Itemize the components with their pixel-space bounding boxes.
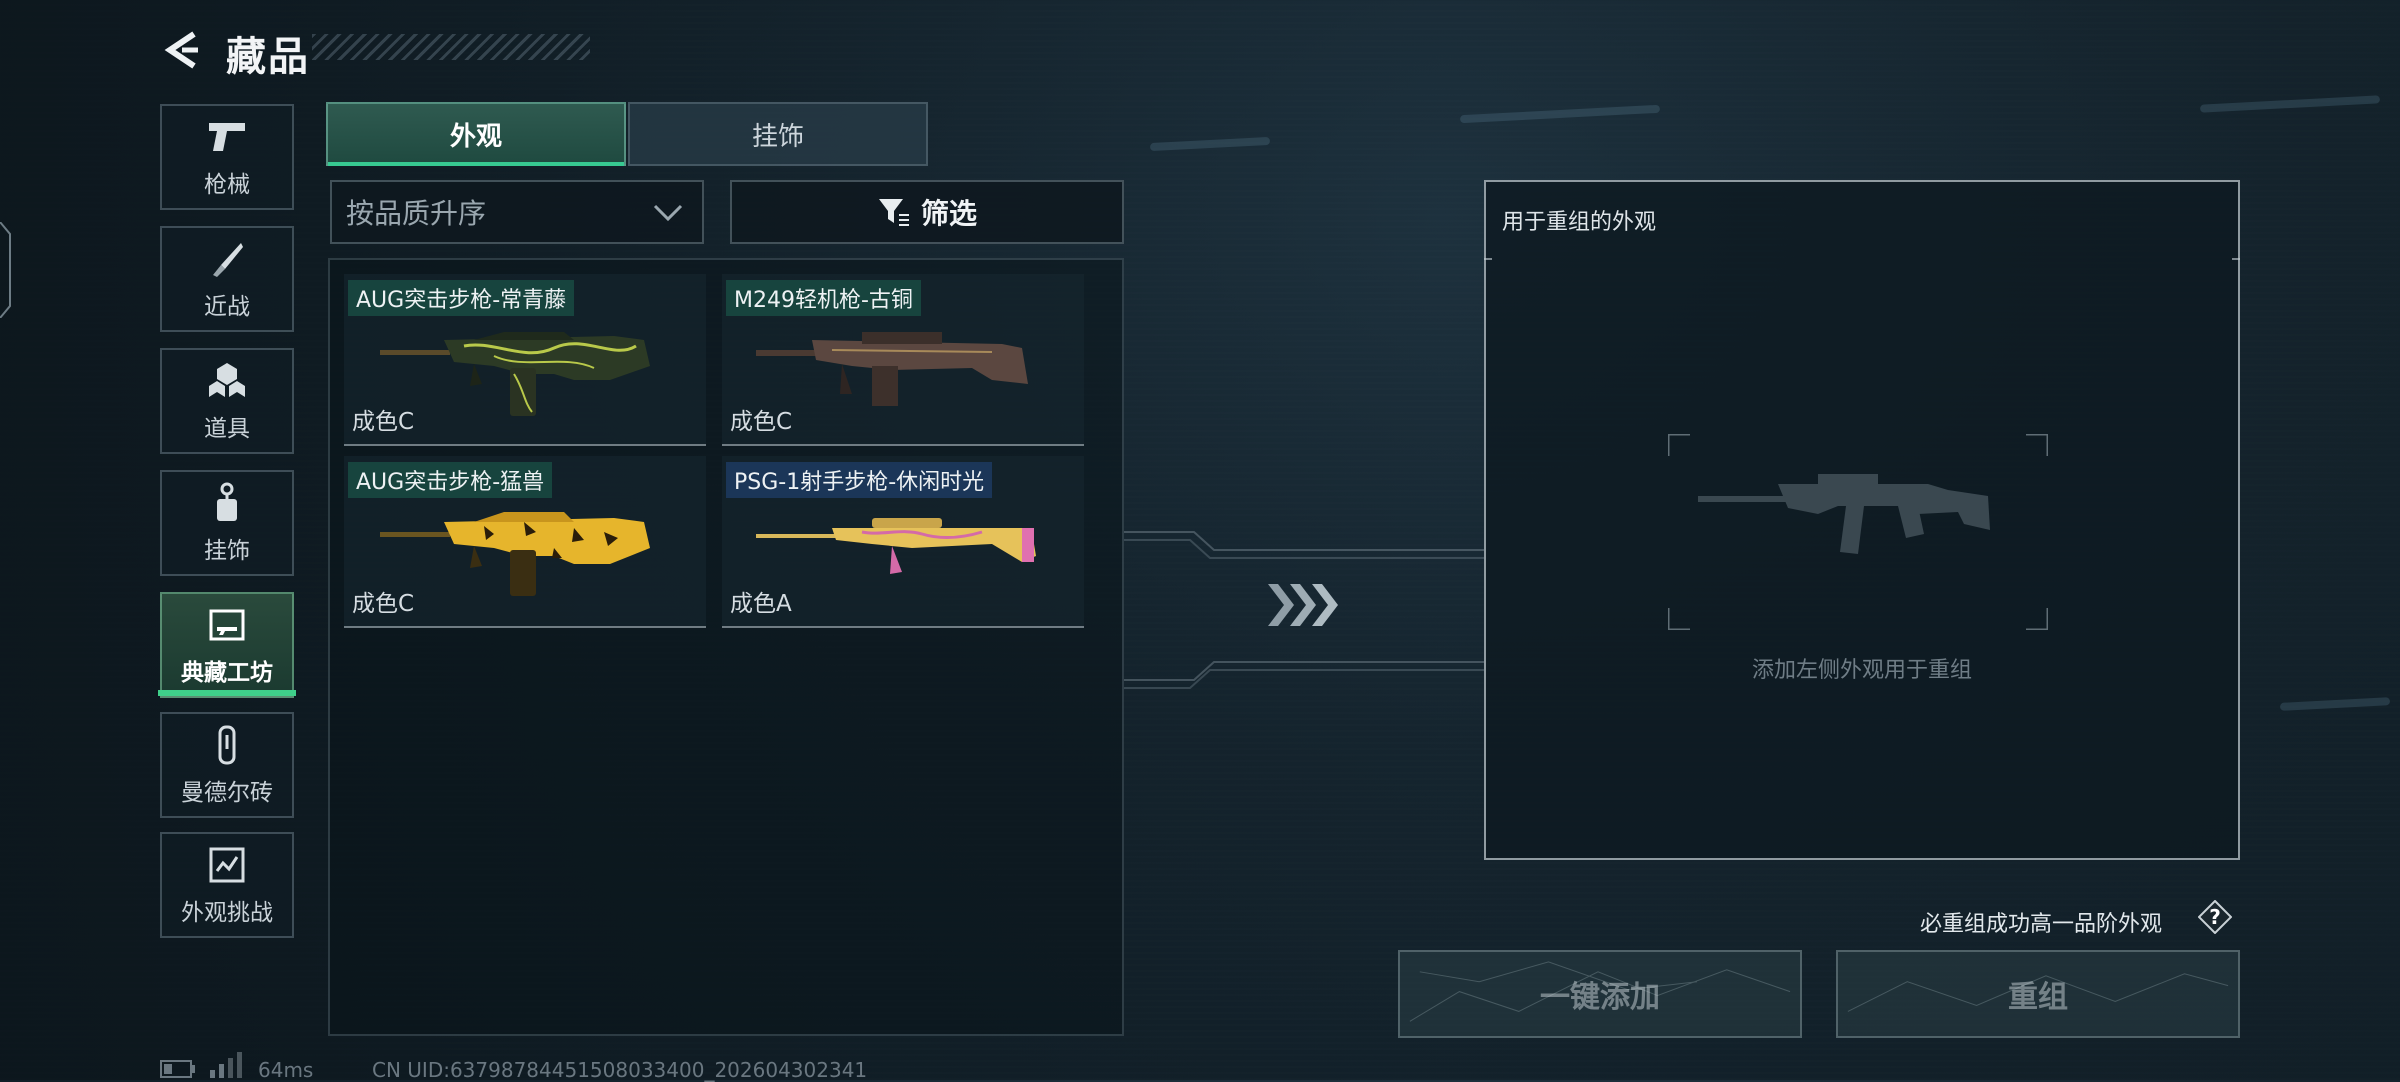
panel-tick bbox=[2232, 258, 2240, 260]
skin-name: PSG-1射手步枪-休闲时光 bbox=[726, 462, 993, 498]
placeholder-rifle-icon bbox=[1698, 474, 1990, 554]
nav-item-melee[interactable]: 近战 bbox=[160, 226, 294, 332]
skin-grade: 成色C bbox=[730, 409, 793, 435]
workshop-icon bbox=[205, 603, 249, 647]
skin-grade: 成色C bbox=[352, 591, 415, 617]
charm-icon bbox=[205, 481, 249, 525]
background-streak bbox=[2199, 95, 2381, 113]
skin-name: M249轻机枪-古铜 bbox=[726, 280, 921, 316]
filter-icon bbox=[878, 199, 909, 226]
help-question-icon[interactable]: ? bbox=[2198, 900, 2232, 934]
skin-card[interactable]: AUG突击步枪-常青藤 成色C bbox=[344, 274, 706, 446]
filter-button[interactable]: 筛选 bbox=[730, 180, 1124, 244]
brick-icon bbox=[205, 723, 249, 767]
skin-grade: 成色A bbox=[730, 591, 792, 617]
title-decoration bbox=[312, 34, 590, 60]
nav-item-mandel[interactable]: 曼德尔砖 bbox=[160, 712, 294, 818]
background-streak bbox=[1459, 104, 1661, 124]
skin-list-panel: AUG突击步枪-常青藤 成色C M249轻机枪-古铜 成色C AUG突击步枪-猛… bbox=[328, 258, 1124, 1036]
nav-item-guns[interactable]: 枪械 bbox=[160, 104, 294, 210]
reforge-hint: 添加左侧外观用于重组 bbox=[1751, 658, 1972, 683]
svg-text:?: ? bbox=[2209, 905, 2221, 929]
ping-text: 64ms bbox=[258, 1058, 314, 1082]
skin-name: AUG突击步枪-猛兽 bbox=[348, 462, 553, 498]
nav-item-label: 挂饰 bbox=[204, 538, 250, 564]
reforge-slot[interactable] bbox=[1668, 434, 2048, 630]
nav-item-label: 枪械 bbox=[204, 172, 250, 198]
signal-icon bbox=[210, 1052, 242, 1078]
battery-icon bbox=[160, 1060, 195, 1078]
m249-bronze-image bbox=[756, 332, 1028, 406]
tab-appearance[interactable]: 外观 bbox=[326, 102, 626, 166]
nav-item-charms[interactable]: 挂饰 bbox=[160, 470, 294, 576]
psg1-leisure-image bbox=[756, 518, 1036, 574]
reforge-panel-title: 用于重组的外观 bbox=[1502, 210, 1657, 235]
skin-name: AUG突击步枪-常青藤 bbox=[348, 280, 575, 316]
nav-item-challenge[interactable]: 外观挑战 bbox=[160, 832, 294, 938]
card-underline bbox=[344, 626, 706, 628]
cubes-icon bbox=[205, 359, 249, 403]
nav-item-label: 外观挑战 bbox=[181, 900, 273, 926]
page-title: 藏品 bbox=[226, 34, 310, 80]
tab-label: 外观 bbox=[449, 121, 502, 152]
nav-item-label: 近战 bbox=[204, 294, 250, 320]
card-underline bbox=[722, 444, 1084, 446]
uid-text: CN UID:6379878445150803340​0_20260430234… bbox=[372, 1058, 868, 1082]
back-arrow-icon[interactable] bbox=[160, 28, 204, 72]
filter-label: 筛选 bbox=[920, 197, 977, 230]
side-drawer-handle[interactable] bbox=[0, 222, 16, 318]
nav-item-label: 道具 bbox=[204, 416, 250, 442]
aug-rifle-beast-image bbox=[380, 512, 650, 596]
reforge-rule-text: 必重组成功高一品阶外观 bbox=[1920, 912, 2163, 937]
aug-rifle-ivy-image bbox=[380, 332, 650, 416]
chevron-down-icon bbox=[653, 204, 683, 222]
tab-label: 挂饰 bbox=[751, 121, 804, 152]
reforge-label: 重组 bbox=[2008, 980, 2068, 1015]
chevrons-right-icon bbox=[1268, 584, 1338, 626]
nav-active-indicator bbox=[158, 690, 296, 696]
pistol-icon bbox=[205, 115, 249, 159]
panel-tick bbox=[1484, 258, 1492, 260]
add-all-label: 一键添加 bbox=[1540, 980, 1660, 1015]
nav-item-workshop[interactable]: 典藏工坊 bbox=[160, 592, 294, 698]
background-streak bbox=[2279, 697, 2391, 711]
card-underline bbox=[344, 444, 706, 446]
sort-dropdown[interactable]: 按品质升序 bbox=[330, 180, 704, 244]
skin-card[interactable]: PSG-1射手步枪-休闲时光 成色A bbox=[722, 456, 1084, 628]
nav-item-label: 曼德尔砖 bbox=[181, 780, 273, 806]
skin-card[interactable]: AUG突击步枪-猛兽 成色C bbox=[344, 456, 706, 628]
reforge-button[interactable]: 重组 bbox=[1836, 950, 2240, 1038]
add-all-button[interactable]: 一键添加 bbox=[1398, 950, 1802, 1038]
nav-item-props[interactable]: 道具 bbox=[160, 348, 294, 454]
sort-value: 按品质升序 bbox=[346, 197, 487, 230]
skin-grade: 成色C bbox=[352, 409, 415, 435]
tab-charms[interactable]: 挂饰 bbox=[628, 102, 928, 166]
skin-card[interactable]: M249轻机枪-古铜 成色C bbox=[722, 274, 1084, 446]
nav-item-label: 典藏工坊 bbox=[181, 660, 273, 686]
background-streak bbox=[1149, 136, 1271, 152]
card-underline bbox=[722, 626, 1084, 628]
challenge-icon bbox=[205, 843, 249, 887]
knife-icon bbox=[205, 237, 249, 281]
